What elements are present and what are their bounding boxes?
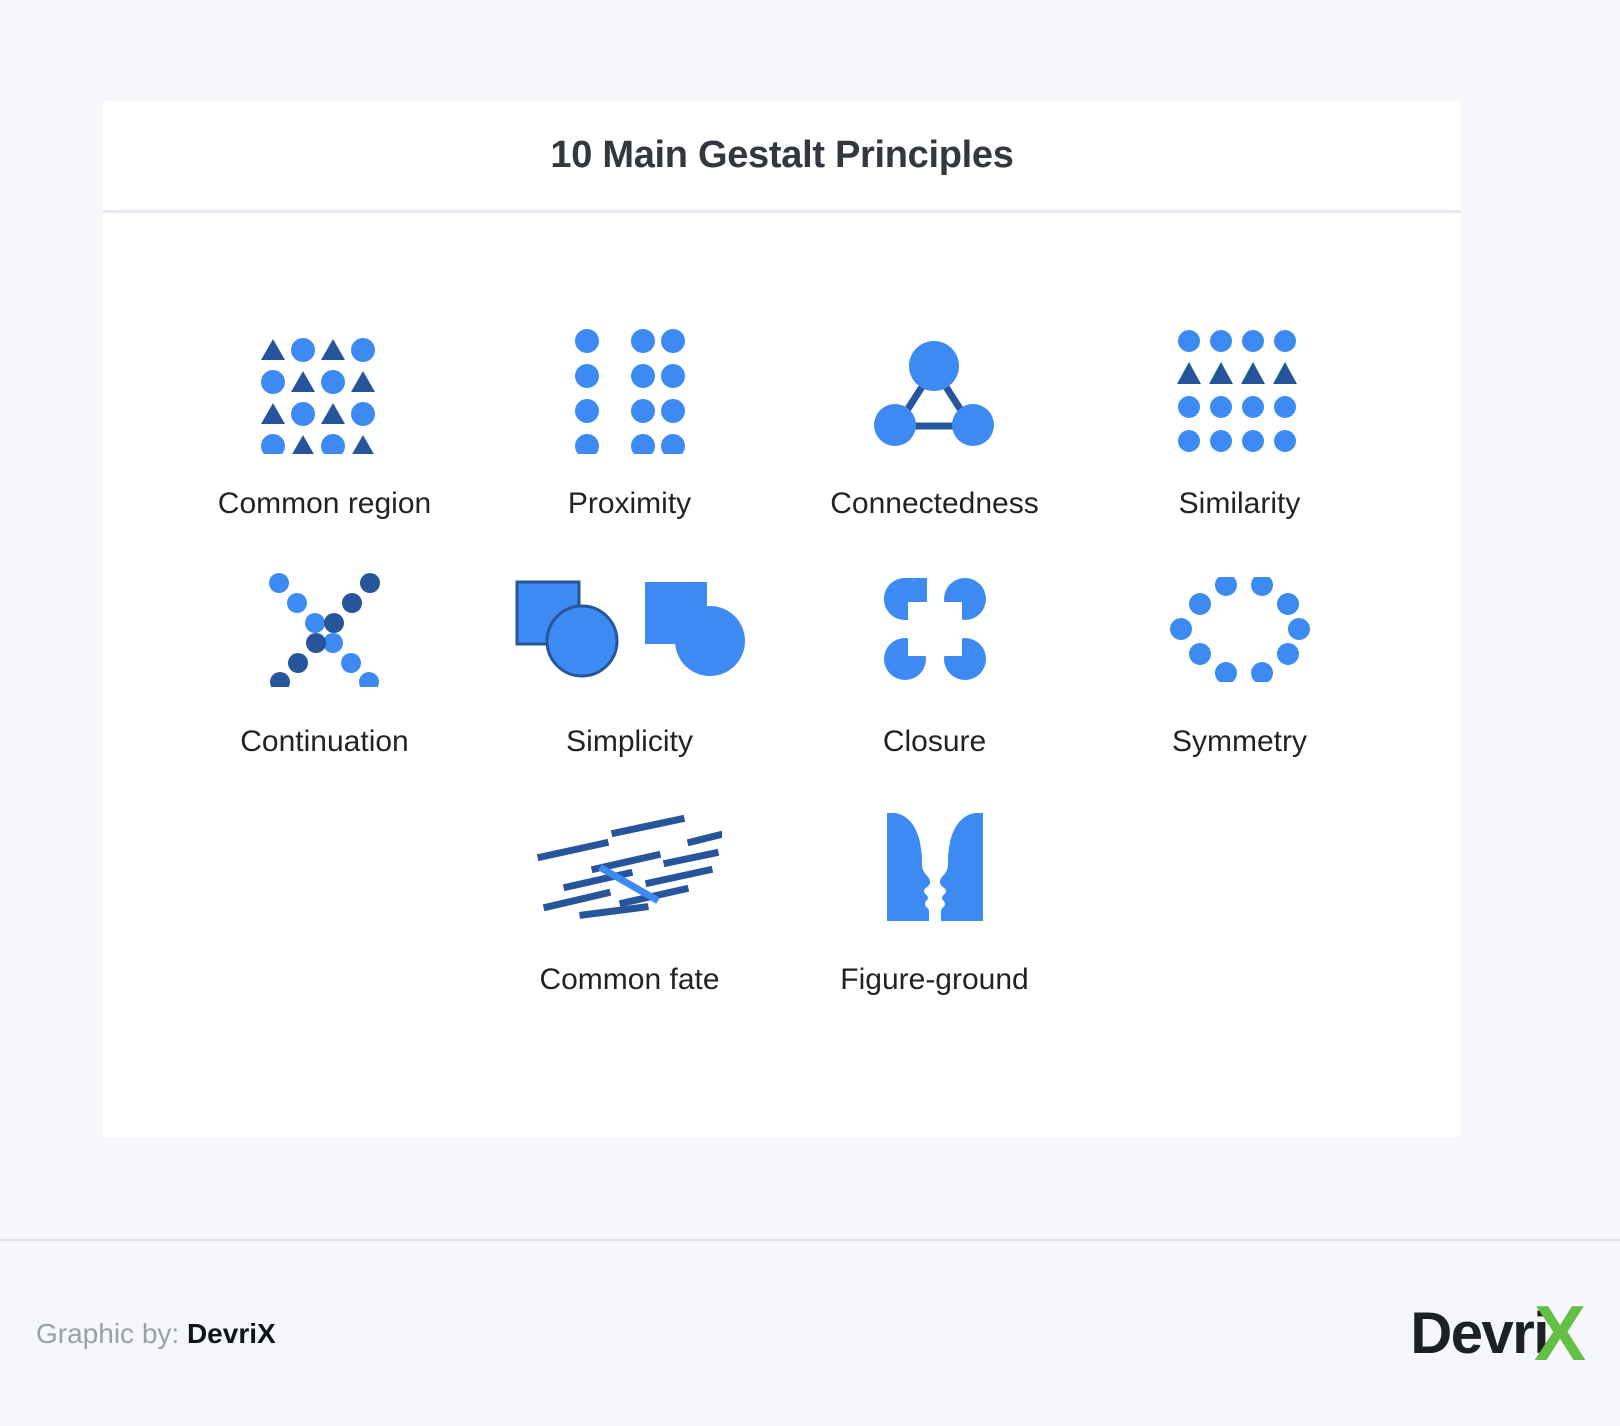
grouped-dot-columns-icon [574, 328, 685, 454]
simplicity-icon-box [477, 563, 782, 695]
principles-row3-spacer [1087, 801, 1392, 997]
principles-row-2: Continuation Simplicity Closure Symmetry [103, 563, 1461, 759]
principle-label: Similarity [1178, 487, 1301, 520]
principle-symmetry: Symmetry [1087, 563, 1392, 759]
page-title: 10 Main Gestalt Principles [550, 134, 1014, 176]
figure-ground-icon-box [782, 801, 1087, 933]
symmetry-icon-box [1087, 563, 1392, 695]
devrix-logo[interactable]: Devri X [1410, 1289, 1586, 1378]
continuation-icon-box [172, 563, 477, 695]
principle-label: Continuation [240, 725, 409, 758]
four-quarter-shapes-implied-square-icon [883, 578, 986, 680]
principle-common-region: Common region [172, 325, 477, 521]
principle-simplicity: Simplicity [477, 563, 782, 759]
symmetric-dot-ring-icon [1169, 576, 1310, 682]
circle-grid-with-triangle-row-icon [1177, 329, 1297, 452]
gestalt-principles-card: 10 Main Gestalt Principles Common region… [103, 101, 1461, 1137]
card-body: Common region Proximity Connectedness Si… [103, 213, 1461, 1134]
credit-brand: DevriX [186, 1317, 276, 1349]
principle-label: Symmetry [1172, 725, 1307, 758]
closure-icon-box [782, 563, 1087, 695]
connected-triangle-nodes-icon [874, 341, 994, 446]
principle-label: Proximity [567, 487, 692, 520]
connectedness-icon-box [782, 325, 1087, 457]
page-footer: Graphic by: DevriX Devri X [0, 1239, 1620, 1426]
infographic-page: 10 Main Gestalt Principles Common region… [0, 0, 1620, 1426]
similarity-icon-box [1087, 325, 1392, 457]
proximity-icon-box [477, 325, 782, 457]
principle-label: Figure-ground [840, 963, 1029, 996]
principle-label: Connectedness [830, 487, 1039, 520]
common-fate-icon-box [477, 801, 782, 933]
principle-continuation: Continuation [172, 563, 477, 759]
crossing-dot-lines-icon [269, 572, 380, 687]
principle-common-fate: Common fate [477, 801, 782, 997]
principle-connectedness: Connectedness [782, 325, 1087, 521]
principle-closure: Closure [782, 563, 1087, 759]
card-header: 10 Main Gestalt Principles [103, 101, 1461, 213]
principle-figure-ground: Figure-ground [782, 801, 1087, 997]
principles-grid: Common region Proximity Connectedness Si… [103, 213, 1461, 997]
common-region-icon-box [172, 325, 477, 457]
logo-wordmark: Devri [1410, 1301, 1549, 1366]
principle-proximity: Proximity [477, 325, 782, 521]
principle-label: Common fate [539, 963, 720, 996]
principle-similarity: Similarity [1087, 325, 1392, 521]
square-circle-merge-icon [515, 580, 745, 678]
logo-x-mark-icon: X [1533, 1289, 1586, 1378]
credit-prefix: Graphic by: [36, 1317, 180, 1349]
principles-row-3: Common fate Figure-ground [103, 801, 1461, 997]
checkerboard-triangles-circles-grid-icon [260, 337, 375, 454]
principle-label: Closure [882, 725, 987, 758]
parallel-lines-one-diverging-icon [537, 814, 722, 919]
principle-label: Common region [217, 487, 432, 520]
rubin-vase-faces-icon [886, 813, 983, 921]
graphic-credit: Graphic by: DevriX [36, 1318, 276, 1350]
principle-label: Simplicity [566, 725, 693, 758]
principles-row-1: Common region Proximity Connectedness Si… [103, 325, 1461, 521]
